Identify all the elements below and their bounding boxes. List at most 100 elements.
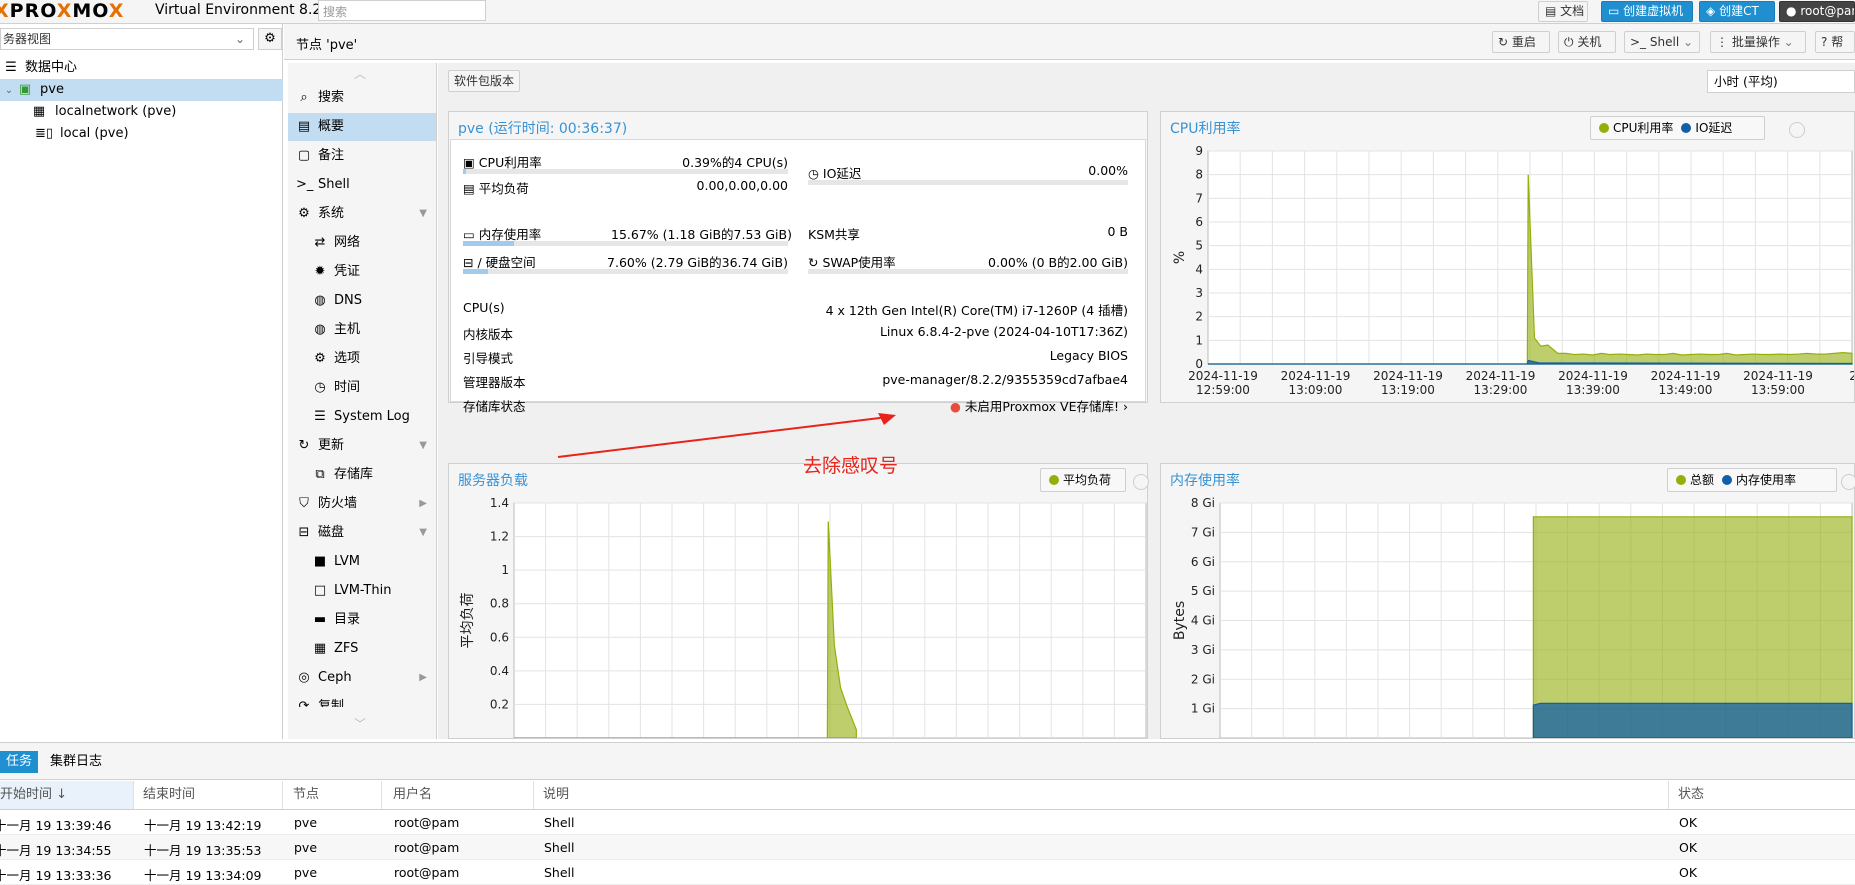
user-icon: ● (1786, 4, 1797, 18)
retweet-icon: ⟳ (298, 699, 310, 707)
bulk-actions-button[interactable]: ⋮ 批量操作 ⌄ (1710, 31, 1806, 53)
top-bar: XPROXMOX Virtual Environment 8.2.2 搜索 ▤ … (0, 0, 1855, 24)
nav-search[interactable]: ⌕ 搜索 (288, 84, 436, 112)
chevron-down-icon: ⌄ (234, 32, 245, 46)
files-icon: ⧉ (315, 467, 325, 482)
tree-item-pve[interactable]: ⌄ ▣ pve (0, 79, 283, 101)
nav-updates[interactable]: ↻ 更新 ▼ (288, 432, 436, 460)
column-start-time[interactable]: 开始时间 ↓ (0, 781, 134, 809)
reboot-button[interactable]: ↻ 重启 (1492, 31, 1550, 53)
gear-icon: ⚙ (314, 351, 326, 366)
nav-replication[interactable]: ⟳ 复制 (288, 693, 436, 707)
nav-system[interactable]: ⚙ 系统 ▼ (288, 200, 436, 228)
node-title: 节点 'pve' (296, 38, 358, 53)
globe-icon: ◍ (314, 293, 326, 308)
nav-time[interactable]: ◷ 时间 (288, 374, 436, 402)
globe-icon: ◍ (314, 322, 326, 337)
nav-firewall[interactable]: ⛉ 防火墙 ▶ (288, 490, 436, 518)
nav-summary[interactable]: ▤ 概要 (288, 113, 436, 141)
column-user[interactable]: 用户名 (387, 781, 534, 809)
nav-lvm[interactable]: ■ LVM (288, 548, 436, 576)
hdd-icon: ⊟ (298, 525, 310, 540)
list-icon: ☰ (314, 409, 326, 424)
exchange-icon: ⇄ (314, 235, 326, 250)
book-icon: ▤ (297, 119, 311, 134)
nav-dns[interactable]: ◍ DNS (288, 287, 436, 315)
nav-network[interactable]: ⇄ 网络 (288, 229, 436, 257)
annotation-text: 去除感叹号 (803, 455, 899, 477)
column-end-time[interactable]: 结束时间 (137, 781, 283, 809)
task-log-panel: 任务 集群日志 开始时间 ↓ 结束时间 节点 用户名 说明 状态 十一月 19 … (0, 742, 1855, 885)
chevron-down-icon: ⌄ (4, 85, 14, 96)
user-menu-button[interactable]: ● root@pam (1779, 1, 1855, 22)
version-label: Virtual Environment 8.2.2 (155, 2, 335, 18)
nav-zfs[interactable]: ▦ ZFS (288, 635, 436, 663)
annotation-arrow (557, 413, 896, 458)
table-row[interactable]: 十一月 19 13:34:55 十一月 19 13:35:53 pve root… (0, 835, 1855, 860)
summary-main: 软件包版本 小时 (平均) pve (运行时间: 00:36:37) ▣ CPU… (438, 63, 1855, 739)
nav-disks[interactable]: ⊟ 磁盘 ▼ (288, 519, 436, 547)
nav-notes[interactable]: ▢ 备注 (288, 142, 436, 170)
view-selector[interactable]: 务器视图 ⌄ (0, 28, 254, 50)
book-icon: ▤ (1545, 4, 1557, 18)
note-icon: ▢ (297, 148, 311, 163)
task-tabs: 任务 集群日志 (0, 743, 1855, 780)
shield-icon: ⛉ (299, 496, 309, 511)
ceph-icon: ◎ (298, 670, 310, 685)
chevron-right-icon: ▶ (419, 672, 427, 683)
create-vm-button[interactable]: ▭ 创建虚拟机 (1601, 1, 1693, 22)
nav-lvm-thin[interactable]: □ LVM-Thin (288, 577, 436, 605)
nav-ceph[interactable]: ◎ Ceph ▶ (288, 664, 436, 692)
tree-item-local-storage[interactable]: ≣▯ local (pve) (0, 123, 283, 145)
nav-directory[interactable]: ▬ 目录 (288, 606, 436, 634)
create-ct-button[interactable]: ◈ 创建CT (1699, 1, 1775, 22)
network-grid-icon: ▦ (32, 104, 46, 119)
tree-item-datacenter[interactable]: ☰ 数据中心 (0, 57, 283, 79)
tree-item-localnetwork[interactable]: ▦ localnetwork (pve) (0, 101, 283, 123)
search-icon: ⌕ (300, 90, 308, 105)
column-status[interactable]: 状态 (1672, 781, 1855, 809)
refresh-icon: ↻ (298, 438, 310, 453)
column-description[interactable]: 说明 (537, 781, 1669, 809)
reload-icon: ↻ (1498, 35, 1509, 49)
chevron-down-icon: ▼ (419, 208, 427, 219)
search-input[interactable]: 搜索 (318, 0, 486, 21)
nav-repositories[interactable]: ⧉ 存储库 (288, 461, 436, 489)
content-toolbar: 节点 'pve' ↻ 重启 ⏻ 关机 >_ Shell ⌄ ⋮ 批量操作 ⌄ ?… (284, 24, 1855, 60)
table-row[interactable]: 十一月 19 13:39:46 十一月 19 13:42:19 pve root… (0, 810, 1855, 835)
cogs-icon: ⚙ (298, 206, 310, 221)
certificate-icon: ✹ (314, 264, 326, 279)
chevron-down-icon: ▼ (419, 440, 427, 451)
tab-tasks[interactable]: 任务 (0, 751, 39, 773)
column-node[interactable]: 节点 (287, 781, 382, 809)
scroll-up-icon[interactable]: ︿ (354, 65, 366, 82)
grid-icon: ▦ (313, 641, 327, 656)
nav-certificates[interactable]: ✹ 凭证 (288, 258, 436, 286)
chevron-down-icon: ⌄ (1783, 35, 1794, 49)
help-button[interactable]: ? 帮 (1815, 31, 1855, 53)
shell-button[interactable]: >_ Shell ⌄ (1624, 31, 1700, 53)
nav-hosts[interactable]: ◍ 主机 (288, 316, 436, 344)
nav-options[interactable]: ⚙ 选项 (288, 345, 436, 373)
docs-button[interactable]: ▤ 文档 (1538, 1, 1588, 22)
chevron-down-icon: ▼ (419, 527, 427, 538)
gear-button[interactable]: ⚙ (258, 28, 282, 50)
gear-icon: ⚙ (264, 31, 276, 46)
chevron-right-icon: ▶ (419, 498, 427, 509)
terminal-icon: >_ (296, 177, 314, 192)
chevron-down-icon: ⌄ (1683, 35, 1694, 49)
monitor-icon: ▭ (1608, 4, 1620, 18)
tab-cluster-log[interactable]: 集群日志 (44, 751, 108, 773)
square-icon: ■ (313, 554, 327, 569)
folder-icon: ▬ (313, 612, 327, 627)
shutdown-button[interactable]: ⏻ 关机 (1558, 31, 1616, 53)
storage-icon: ≣▯ (34, 126, 54, 141)
proxmox-logo: XPROXMOX (0, 0, 125, 22)
clock-icon: ◷ (314, 380, 326, 395)
node-nav-menu: ︿ ⌕ 搜索 ▤ 概要 ▢ 备注 >_ Shell ⚙ 系统 ▼ ⇄ 网络 ✹ 凭证 ◍ DNS … (288, 63, 437, 739)
table-row[interactable]: 十一月 19 13:33:36 十一月 19 13:34:09 pve root… (0, 860, 1855, 885)
nav-shell[interactable]: >_ Shell (288, 171, 436, 199)
scroll-down-icon[interactable]: ﹀ (354, 715, 366, 732)
nav-system-log[interactable]: ☰ System Log (288, 403, 436, 431)
server-stack-icon: ☰ (5, 60, 17, 75)
